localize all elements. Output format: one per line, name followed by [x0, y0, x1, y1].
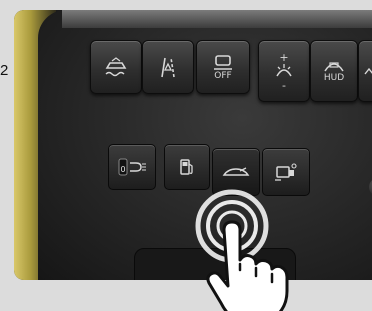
hud-icon [324, 62, 344, 72]
lane-assist-icon [161, 57, 175, 78]
descent-control-button[interactable]: OFF [196, 40, 250, 94]
off-label: OFF [214, 71, 232, 81]
hill-descent-control-icon [214, 55, 232, 70]
fuel-door-button[interactable] [164, 144, 210, 190]
hud-adjust-button[interactable]: + - [258, 40, 310, 102]
headlight-leveling-button[interactable]: 0 [108, 144, 156, 190]
minus-label: - [282, 79, 286, 92]
lane-assist-button[interactable] [142, 40, 194, 94]
leveling-value: 0 [121, 165, 126, 174]
traction-off-icon [105, 57, 127, 77]
hud-label: HUD [323, 73, 345, 83]
chevron-up-icon [364, 67, 372, 75]
scroll-up-button[interactable] [358, 40, 372, 102]
panel-top-strip [62, 10, 372, 28]
headlight-leveling-icon: 0 [118, 158, 146, 176]
tap-gesture-icon [195, 189, 289, 311]
plus-label: + [279, 51, 289, 64]
mirror-fold-icon [275, 163, 297, 181]
traction-control-button[interactable] [90, 40, 142, 94]
fuel-door-icon [180, 159, 193, 175]
hud-button[interactable]: HUD [310, 40, 358, 102]
hud-brightness-icon [276, 64, 292, 77]
trunk-open-icon [222, 167, 250, 176]
